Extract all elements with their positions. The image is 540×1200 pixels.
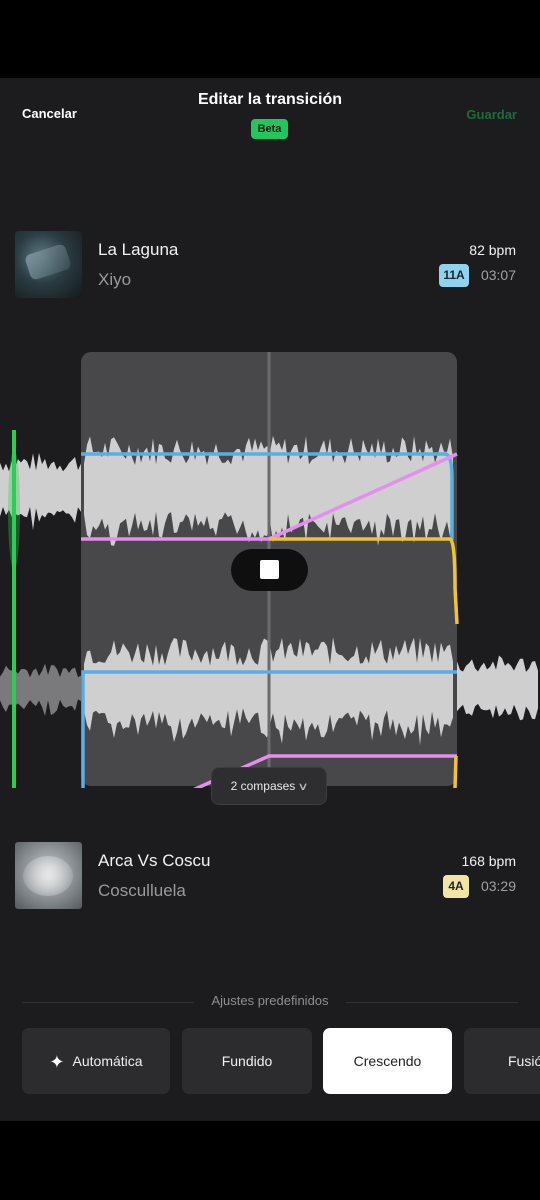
preset-label: Automática (72, 1053, 143, 1069)
track-out-duration: 03:07 (480, 267, 516, 283)
beta-badge: Beta (251, 119, 288, 139)
transition-editor-screen: Cancelar Editar la transición Beta Guard… (0, 78, 540, 1121)
preset-label: Fusión (508, 1053, 540, 1069)
waveform-in-right (457, 655, 538, 721)
save-button[interactable]: Guardar (466, 107, 517, 122)
track-out-name: La Laguna (98, 240, 179, 259)
preset-fusion[interactable]: Fusión (464, 1028, 540, 1094)
page-title: Editar la transición (197, 91, 343, 108)
track-in-artist: Cosculluela (98, 881, 186, 900)
track-in-bpm: 168 bpm (461, 853, 516, 869)
track-out-bpm: 82 bpm (469, 242, 516, 258)
album-cover-out (15, 231, 82, 298)
preset-fundido[interactable]: Fundido (182, 1028, 312, 1094)
transition-length-label: 2 compases (230, 779, 296, 793)
track-in-key-badge: 4A (443, 875, 469, 898)
preset-crescendo[interactable]: Crescendo (323, 1028, 452, 1094)
stop-icon (260, 560, 279, 579)
sparkle-icon: ✦ (49, 1052, 65, 1072)
track-in-name: Arca Vs Coscu (98, 851, 211, 870)
track-out-row: La Laguna Xiyo 82 bpm 11A 03:07 (0, 231, 540, 301)
chevron-down-icon: ∨ (297, 781, 309, 793)
track-in-row: Arca Vs Coscu Cosculluela 168 bpm 4A 03:… (0, 842, 540, 912)
waveform-editor[interactable]: 2 compases ∨ (0, 348, 540, 805)
stop-button[interactable] (231, 549, 308, 591)
preset-label: Fundido (221, 1053, 273, 1069)
preset-automatica[interactable]: ✦ Automática (22, 1028, 170, 1094)
track-out-artist: Xiyo (98, 270, 132, 289)
preset-label: Crescendo (353, 1053, 422, 1069)
presets-heading: Ajustes predefinidos (211, 993, 329, 1008)
transition-length-dropdown[interactable]: 2 compases ∨ (211, 767, 327, 805)
track-in-duration: 03:29 (480, 878, 516, 894)
playhead-glow (8, 450, 20, 570)
album-cover-in (15, 842, 82, 909)
track-out-key-badge: 11A (439, 264, 469, 287)
